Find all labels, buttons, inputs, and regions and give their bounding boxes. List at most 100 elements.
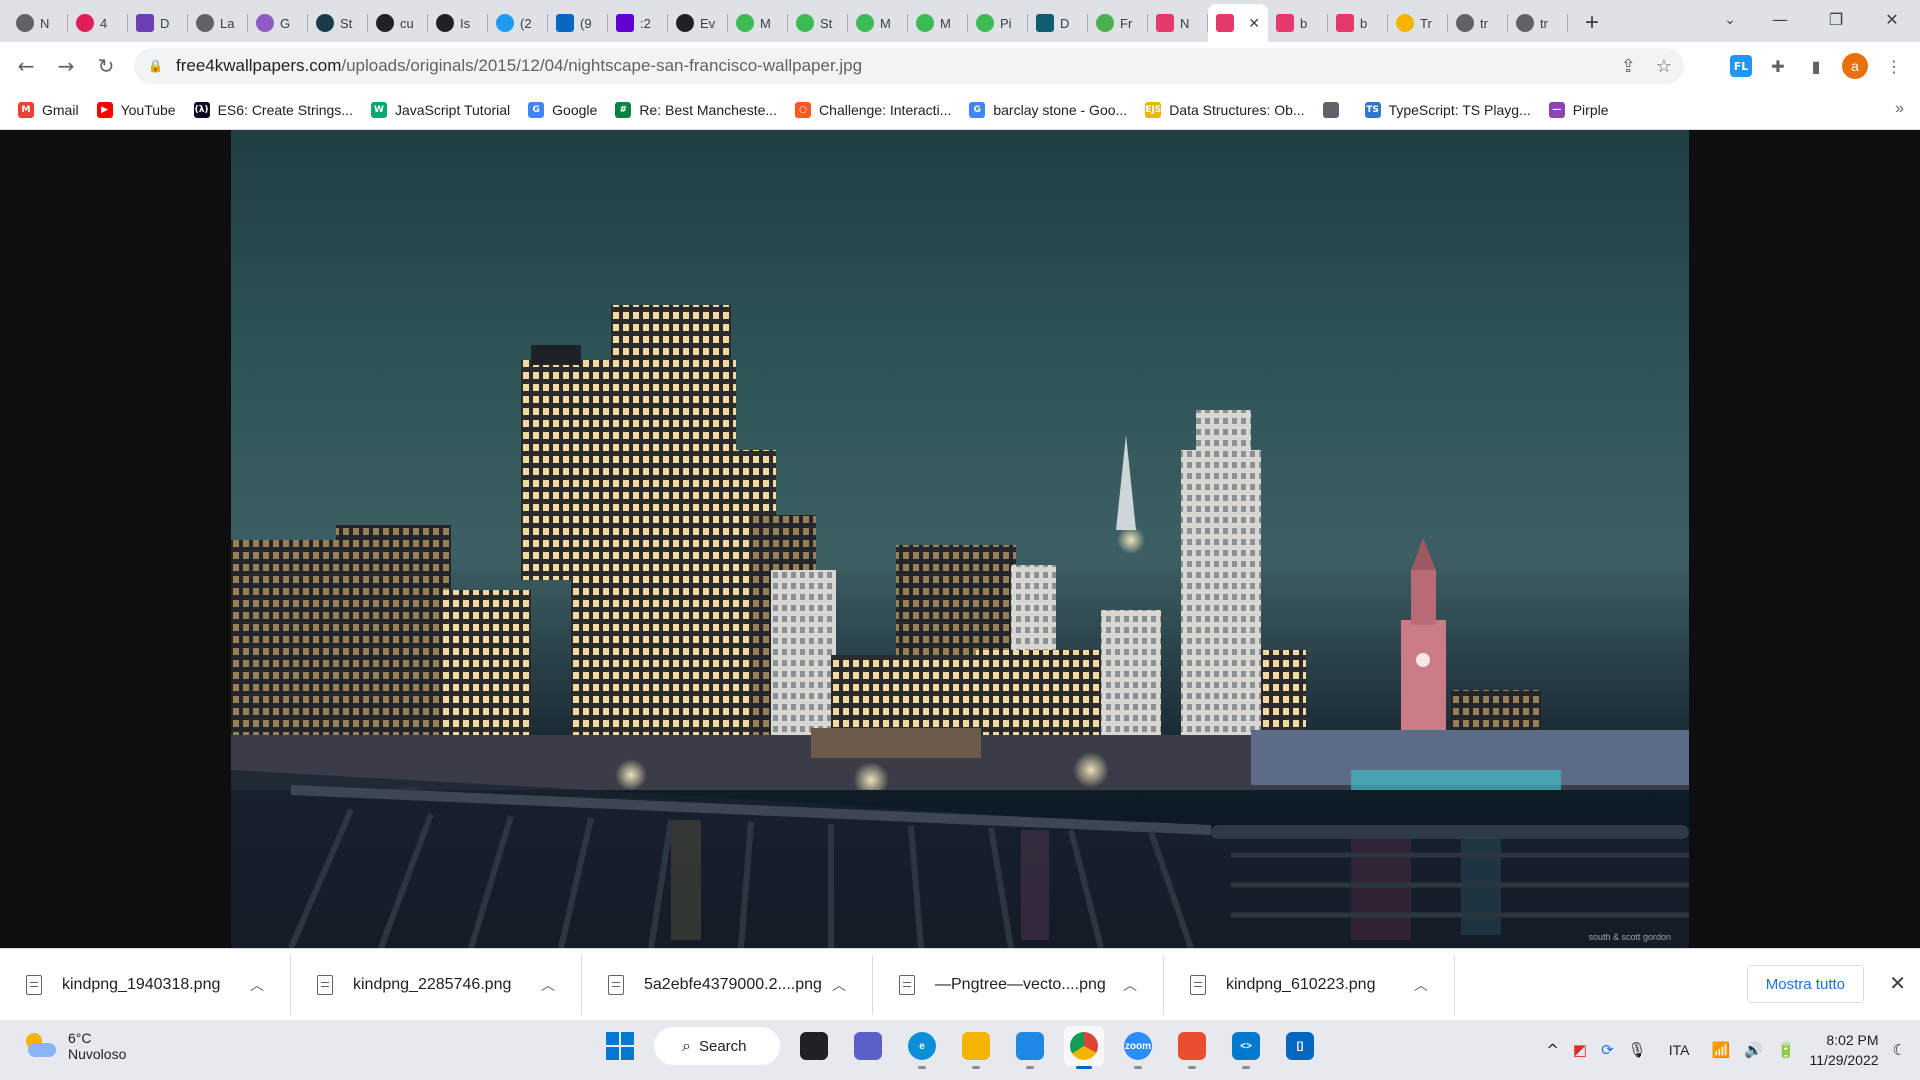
browser-tab[interactable]: ✕ bbox=[1208, 4, 1268, 42]
menu-kebab-icon[interactable]: ⋮ bbox=[1882, 54, 1906, 78]
close-tab-icon[interactable]: ✕ bbox=[1248, 15, 1260, 32]
taskbar-app-vscode[interactable]: <> bbox=[1226, 1026, 1266, 1069]
browser-tab[interactable]: M bbox=[728, 4, 788, 42]
bookmarks-overflow-icon[interactable]: » bbox=[1895, 100, 1904, 118]
browser-tab[interactable]: cu bbox=[368, 4, 428, 42]
address-bar[interactable]: 🔒 free4kwallpapers.com/uploads/originals… bbox=[134, 48, 1684, 84]
taskbar-app-teams[interactable] bbox=[848, 1026, 888, 1066]
globe-icon bbox=[1516, 14, 1534, 32]
browser-tab[interactable]: G bbox=[248, 4, 308, 42]
lock-icon[interactable]: 🔒 bbox=[148, 59, 163, 73]
browser-tab[interactable]: D bbox=[1028, 4, 1088, 42]
browser-toolbar: ← → ↻ 🔒 free4kwallpapers.com/uploads/ori… bbox=[0, 42, 1920, 90]
wallpaper-image[interactable]: south & scott gordon bbox=[231, 130, 1689, 948]
battery-icon[interactable]: 🔋 bbox=[1777, 1041, 1796, 1059]
forward-button[interactable]: → bbox=[46, 46, 86, 86]
new-tab-button[interactable]: + bbox=[1574, 4, 1610, 42]
browser-tab[interactable]: (2 bbox=[488, 4, 548, 42]
browser-tab[interactable]: tr bbox=[1448, 4, 1508, 42]
bookmark-item[interactable]: TS TypeScript: TS Playg... bbox=[1364, 101, 1531, 118]
tab-search-chevron-icon[interactable]: ⌄ bbox=[1710, 0, 1750, 38]
file-icon bbox=[608, 974, 624, 995]
browser-tab[interactable]: tr bbox=[1508, 4, 1568, 42]
bookmark-item[interactable]: (λ) ES6: Create Strings... bbox=[193, 101, 353, 118]
side-panel-icon[interactable]: ▮ bbox=[1804, 54, 1828, 78]
bookmark-label: ES6: Create Strings... bbox=[217, 101, 353, 118]
browser-tab[interactable]: (9 bbox=[548, 4, 608, 42]
download-item[interactable]: —Pngtree—vecto....png ︿ bbox=[873, 954, 1164, 1015]
download-item[interactable]: kindpng_610223.png ︿ bbox=[1164, 954, 1455, 1015]
share-icon[interactable]: ⇪ bbox=[1621, 56, 1636, 77]
bookmark-item[interactable] bbox=[1322, 101, 1347, 118]
show-all-downloads-button[interactable]: Mostra tutto bbox=[1746, 965, 1864, 1003]
bookmark-item[interactable]: ▶ YouTube bbox=[96, 101, 176, 118]
show-hidden-icons-chevron-icon[interactable]: ^ bbox=[1546, 1041, 1559, 1059]
minimize-button[interactable]: — bbox=[1752, 0, 1808, 38]
back-button[interactable]: ← bbox=[6, 46, 46, 86]
taskbar-app-file-explorer[interactable] bbox=[956, 1026, 996, 1069]
browser-tab[interactable]: Fr bbox=[1088, 4, 1148, 42]
restore-button[interactable]: ❐ bbox=[1808, 0, 1864, 38]
reload-button[interactable]: ↻ bbox=[86, 46, 126, 86]
browser-tab[interactable]: D bbox=[128, 4, 188, 42]
input-language[interactable]: ITA bbox=[1669, 1042, 1690, 1058]
download-options-chevron-icon[interactable]: ︿ bbox=[1414, 975, 1428, 995]
bookmark-item[interactable]: — Pirple bbox=[1548, 101, 1609, 118]
weather-widget[interactable]: 6°C Nuvoloso bbox=[22, 1030, 126, 1062]
download-options-chevron-icon[interactable]: ︿ bbox=[250, 975, 264, 995]
taskbar-app-photos[interactable] bbox=[1010, 1026, 1050, 1069]
taskbar-search[interactable]: ⌕ Search bbox=[654, 1027, 780, 1065]
extensions-puzzle-icon[interactable]: ✚ bbox=[1766, 54, 1790, 78]
fl-extension-icon[interactable]: FL bbox=[1730, 55, 1752, 77]
browser-tab[interactable]: N bbox=[1148, 4, 1208, 42]
acrobat-tray-icon[interactable]: ◩ bbox=[1573, 1041, 1587, 1059]
browser-tab[interactable]: :2 bbox=[608, 4, 668, 42]
taskbar-app-replit[interactable]: [] bbox=[1280, 1026, 1320, 1066]
notifications-icon[interactable]: ☾ bbox=[1893, 1041, 1906, 1059]
bookmark-item[interactable]: ○ Challenge: Interacti... bbox=[795, 101, 951, 118]
browser-tab[interactable]: St bbox=[308, 4, 368, 42]
browser-tab[interactable]: Tr bbox=[1388, 4, 1448, 42]
browser-tab[interactable]: Pi bbox=[968, 4, 1028, 42]
bookmark-item[interactable]: W JavaScript Tutorial bbox=[370, 101, 510, 118]
start-button[interactable] bbox=[600, 1026, 640, 1066]
browser-tab[interactable]: M bbox=[848, 4, 908, 42]
graphql-icon bbox=[256, 14, 274, 32]
taskbar-app-zoom[interactable]: zoom bbox=[1118, 1026, 1158, 1069]
wifi-icon[interactable]: 📶 bbox=[1711, 1041, 1730, 1059]
taskbar-app-git[interactable] bbox=[1172, 1026, 1212, 1069]
download-options-chevron-icon[interactable]: ︿ bbox=[1123, 975, 1137, 995]
taskbar-app-task-view[interactable] bbox=[794, 1026, 834, 1066]
download-item[interactable]: 5a2ebfe4379000.2....png ︿ bbox=[582, 954, 873, 1015]
bookmark-item[interactable]: EJS Data Structures: Ob... bbox=[1145, 101, 1305, 118]
tab-title: N bbox=[40, 15, 50, 31]
download-options-chevron-icon[interactable]: ︿ bbox=[541, 975, 555, 995]
browser-tab[interactable]: La bbox=[188, 4, 248, 42]
bookmark-item[interactable]: Gbarclay stone - Goo... bbox=[969, 101, 1127, 118]
bookmark-item[interactable]: M Gmail bbox=[18, 101, 79, 118]
bookmark-item[interactable]: G Google bbox=[528, 101, 597, 118]
browser-tab[interactable]: N bbox=[8, 4, 68, 42]
bookmark-star-icon[interactable]: ☆ bbox=[1656, 56, 1672, 77]
close-downloads-icon[interactable]: ✕ bbox=[1889, 971, 1906, 995]
browser-tab[interactable]: 4 bbox=[68, 4, 128, 42]
download-filename: kindpng_2285746.png bbox=[353, 975, 512, 993]
browser-tab[interactable]: Ev bbox=[668, 4, 728, 42]
microphone-icon[interactable]: 🎙 bbox=[1628, 1041, 1647, 1059]
browser-tab[interactable]: b bbox=[1328, 4, 1388, 42]
taskbar-app-edge[interactable]: e bbox=[902, 1026, 942, 1069]
download-item[interactable]: kindpng_2285746.png ︿ bbox=[291, 954, 582, 1015]
sync-tray-icon[interactable]: ⟳ bbox=[1601, 1041, 1614, 1059]
browser-tab[interactable]: M bbox=[908, 4, 968, 42]
profile-avatar[interactable]: a bbox=[1842, 53, 1868, 79]
browser-tab[interactable]: Is bbox=[428, 4, 488, 42]
bookmark-item[interactable]: # Re: Best Mancheste... bbox=[615, 101, 777, 118]
close-window-button[interactable]: ✕ bbox=[1864, 0, 1920, 38]
browser-tab[interactable]: b bbox=[1268, 4, 1328, 42]
taskbar-clock[interactable]: 8:02 PM 11/29/2022 bbox=[1810, 1030, 1879, 1070]
taskbar-app-chrome[interactable] bbox=[1064, 1026, 1104, 1069]
download-item[interactable]: kindpng_1940318.png ︿ bbox=[0, 954, 291, 1015]
browser-tab[interactable]: St bbox=[788, 4, 848, 42]
volume-icon[interactable]: 🔊 bbox=[1744, 1041, 1763, 1059]
download-options-chevron-icon[interactable]: ︿ bbox=[832, 975, 846, 995]
